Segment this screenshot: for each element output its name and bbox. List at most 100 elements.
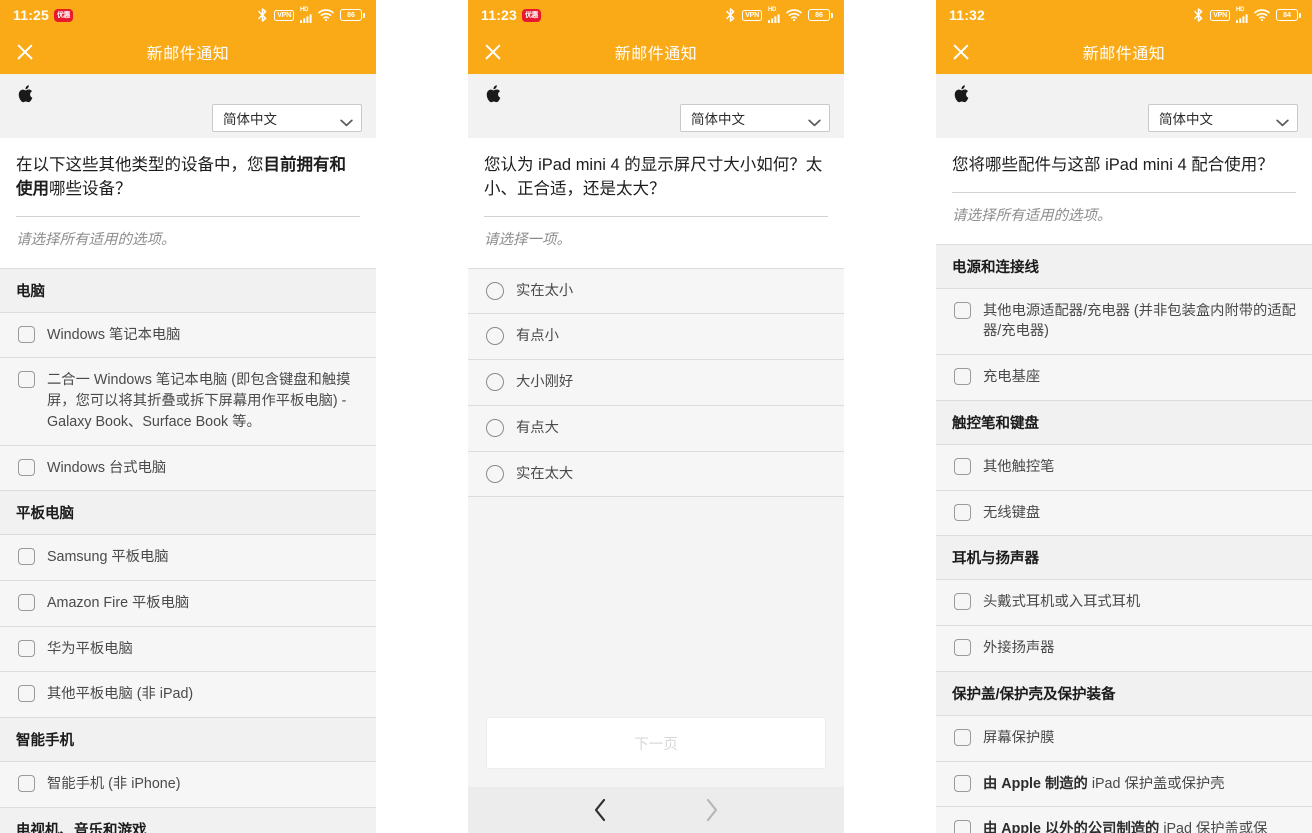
close-icon[interactable] — [14, 41, 36, 63]
option-row[interactable]: Samsung 平板电脑 — [0, 535, 376, 581]
option-row[interactable]: 实在太小 — [468, 269, 844, 315]
vpn-icon: VPN — [274, 10, 294, 21]
option-row[interactable]: 充电基座 — [936, 355, 1312, 401]
hd-label: HD — [768, 7, 776, 13]
checkbox[interactable] — [18, 594, 35, 611]
option-row[interactable]: 其他电源适配器/充电器 (并非包装盒内附带的适配器/充电器) — [936, 289, 1312, 355]
option-group-header: 电源和连接线 — [936, 245, 1312, 289]
close-icon[interactable] — [482, 41, 504, 63]
option-row[interactable]: 智能手机 (非 iPhone) — [0, 762, 376, 808]
status-time: 11:25 — [13, 7, 49, 23]
checkbox[interactable] — [18, 326, 35, 343]
option-label: 其他电源适配器/充电器 (并非包装盒内附带的适配器/充电器) — [983, 301, 1296, 342]
radio-button[interactable] — [486, 327, 504, 345]
option-row[interactable]: 外接扬声器 — [936, 626, 1312, 672]
option-row[interactable]: 实在太大 — [468, 452, 844, 498]
checkbox[interactable] — [954, 458, 971, 475]
option-label: 实在太大 — [516, 464, 573, 485]
chevron-left-icon[interactable] — [592, 798, 608, 822]
option-label: 智能手机 (非 iPhone) — [47, 774, 180, 795]
plain-text: 您将哪些配件与这部 iPad mini 4 配合使用？ — [952, 156, 1274, 174]
option-label: Amazon Fire 平板电脑 — [47, 593, 189, 614]
survey-scroll-area[interactable]: 您认为 iPad mini 4 的显示屏尺寸大小如何？太小、正合适，还是太大？请… — [468, 138, 844, 707]
checkbox[interactable] — [954, 775, 971, 792]
language-select[interactable]: 简体中文 — [1148, 104, 1298, 132]
checkbox[interactable] — [954, 820, 971, 833]
status-time: 11:32 — [949, 7, 985, 23]
checkbox[interactable] — [954, 729, 971, 746]
language-select-value: 简体中文 — [223, 108, 277, 128]
battery-level: 84 — [1276, 9, 1298, 21]
checkbox[interactable] — [18, 685, 35, 702]
checkbox[interactable] — [18, 459, 35, 476]
checkbox[interactable] — [18, 371, 35, 388]
option-group-header: 电脑 — [0, 269, 376, 313]
radio-button[interactable] — [486, 282, 504, 300]
option-row[interactable]: Windows 台式电脑 — [0, 446, 376, 492]
close-icon[interactable] — [950, 41, 972, 63]
chevron-down-icon — [1276, 114, 1289, 122]
language-select[interactable]: 简体中文 — [680, 104, 830, 132]
brand-language-row: 简体中文 — [936, 74, 1312, 138]
option-row[interactable]: 头戴式耳机或入耳式耳机 — [936, 580, 1312, 626]
checkbox[interactable] — [18, 548, 35, 565]
option-row[interactable]: 二合一 Windows 笔记本电脑 (即包含键盘和触摸屏，您可以将其折叠或拆下屏… — [0, 358, 376, 445]
plain-text: 屏幕保护膜 — [983, 730, 1054, 746]
checkbox[interactable] — [18, 640, 35, 657]
hd-signal-icon: HD — [768, 7, 780, 23]
checkbox[interactable] — [954, 302, 971, 319]
option-row[interactable]: 由 Apple 制造的 iPad 保护盖或保护壳 — [936, 762, 1312, 808]
option-row[interactable]: 其他触控笔 — [936, 445, 1312, 491]
option-row[interactable]: Amazon Fire 平板电脑 — [0, 581, 376, 627]
question-text: 您将哪些配件与这部 iPad mini 4 配合使用？ — [952, 154, 1296, 192]
app-bar: 新邮件通知 — [0, 30, 376, 74]
status-bar: 11:25优惠VPNHD86 — [0, 0, 376, 30]
checkbox[interactable] — [954, 639, 971, 656]
question-block: 在以下这些其他类型的设备中，您目前拥有和使用哪些设备？请选择所有适用的选项。 — [0, 138, 376, 268]
option-label: 由 Apple 以外的公司制造的 iPad 保护盖或保 — [983, 819, 1267, 833]
battery-icon: 86 — [340, 9, 365, 21]
plain-text: Windows 台式电脑 — [47, 460, 166, 476]
question-hint: 请选择所有适用的选项。 — [16, 217, 360, 268]
plain-text: 外接扬声器 — [983, 640, 1054, 656]
option-row[interactable]: 屏幕保护膜 — [936, 716, 1312, 762]
checkbox[interactable] — [18, 775, 35, 792]
plain-text: Amazon Fire 平板电脑 — [47, 595, 189, 611]
plain-text: iPad 保护盖或保 — [1159, 821, 1267, 833]
option-row[interactable]: Windows 笔记本电脑 — [0, 313, 376, 359]
option-row[interactable]: 有点小 — [468, 314, 844, 360]
vpn-icon: VPN — [742, 10, 762, 21]
phone-panel-3: 11:32VPNHD84新邮件通知简体中文您将哪些配件与这部 iPad mini… — [936, 0, 1312, 833]
checkbox[interactable] — [954, 504, 971, 521]
chevron-right-icon[interactable] — [704, 798, 720, 822]
next-page-button[interactable]: 下一页 — [486, 717, 826, 769]
app-bar: 新邮件通知 — [468, 30, 844, 74]
option-row[interactable]: 其他平板电脑 (非 iPad) — [0, 672, 376, 718]
survey-scroll-area[interactable]: 您将哪些配件与这部 iPad mini 4 配合使用？ 请选择所有适用的选项。电源… — [936, 138, 1312, 833]
radio-button[interactable] — [486, 465, 504, 483]
option-row[interactable]: 无线键盘 — [936, 491, 1312, 537]
apple-logo — [18, 84, 34, 104]
checkbox[interactable] — [954, 593, 971, 610]
checkbox[interactable] — [954, 368, 971, 385]
status-bar-right: VPNHD84 — [1193, 7, 1301, 23]
vpn-icon: VPN — [1210, 10, 1230, 21]
plain-text: 实在太大 — [516, 466, 573, 482]
option-row[interactable]: 大小刚好 — [468, 360, 844, 406]
question-hint: 请选择所有适用的选项。 — [952, 193, 1296, 244]
plain-text: 您认为 iPad mini 4 的显示屏尺寸大小如何？太小、正合适，还是太大？ — [484, 156, 822, 198]
plain-text: 大小刚好 — [516, 374, 573, 390]
survey-scroll-area[interactable]: 在以下这些其他类型的设备中，您目前拥有和使用哪些设备？请选择所有适用的选项。电脑… — [0, 138, 376, 833]
status-time: 11:23 — [481, 7, 517, 23]
radio-button[interactable] — [486, 419, 504, 437]
battery-icon: 86 — [808, 9, 833, 21]
radio-button[interactable] — [486, 373, 504, 391]
question-block: 您认为 iPad mini 4 的显示屏尺寸大小如何？太小、正合适，还是太大？请… — [468, 138, 844, 268]
option-label: 头戴式耳机或入耳式耳机 — [983, 592, 1140, 613]
option-label: Windows 台式电脑 — [47, 458, 166, 479]
emphasis-text: 由 Apple 以外的公司制造的 — [983, 821, 1159, 833]
option-row[interactable]: 华为平板电脑 — [0, 627, 376, 673]
language-select[interactable]: 简体中文 — [212, 104, 362, 132]
option-row[interactable]: 由 Apple 以外的公司制造的 iPad 保护盖或保 — [936, 807, 1312, 833]
option-row[interactable]: 有点大 — [468, 406, 844, 452]
